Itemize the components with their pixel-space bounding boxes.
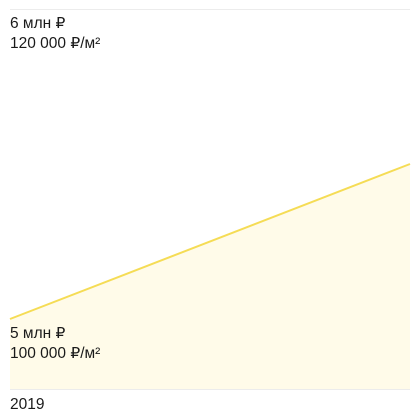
y-tick-label-top-per-sqm: 120 000 ₽/м²	[10, 35, 101, 52]
x-tick-label: 2019	[10, 396, 45, 413]
y-tick-label-bottom-price: 5 млн ₽	[10, 325, 66, 342]
y-tick-label-top-price: 6 млн ₽	[10, 15, 66, 32]
y-tick-label-bottom-per-sqm: 100 000 ₽/м²	[10, 345, 101, 362]
